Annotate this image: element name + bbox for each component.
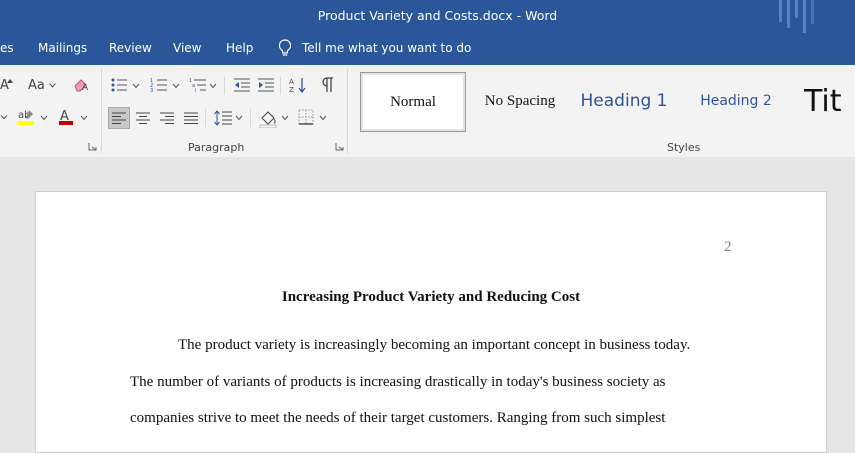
chevron-down-icon bbox=[132, 83, 140, 89]
line-spacing-icon[interactable] bbox=[213, 108, 233, 128]
clear-formatting-icon[interactable]: A bbox=[73, 77, 91, 93]
shading-icon[interactable] bbox=[258, 108, 278, 128]
pilcrow-icon[interactable] bbox=[320, 77, 334, 93]
group-separator bbox=[347, 69, 348, 153]
bullets-icon[interactable] bbox=[110, 77, 128, 93]
chevron-down-icon bbox=[281, 115, 289, 121]
paragraph-group-label: Paragraph bbox=[188, 141, 245, 154]
svg-text:A: A bbox=[82, 83, 89, 93]
tell-me-search[interactable]: Tell me what you want to do bbox=[278, 39, 471, 57]
separator bbox=[280, 77, 281, 95]
increase-indent-icon[interactable] bbox=[257, 77, 275, 93]
svg-text:Z: Z bbox=[289, 86, 294, 94]
styles-gallery: Normal No Spacing Heading 1 Heading 2 Ti… bbox=[358, 72, 855, 132]
svg-text:i: i bbox=[195, 88, 196, 93]
align-left-button[interactable] bbox=[108, 107, 130, 129]
numbering-icon[interactable]: 1 2 3 bbox=[150, 77, 168, 93]
borders-icon[interactable] bbox=[297, 108, 315, 126]
justify-icon[interactable] bbox=[182, 109, 200, 127]
style-no-spacing[interactable]: No Spacing bbox=[466, 72, 574, 130]
paragraph-dialog-launcher-icon[interactable] bbox=[335, 142, 344, 151]
style-heading-1[interactable]: Heading 1 bbox=[576, 72, 672, 130]
tab-review[interactable]: Review bbox=[109, 41, 152, 55]
align-left-icon bbox=[112, 112, 126, 124]
chevron-down-icon bbox=[49, 83, 56, 88]
font-dialog-launcher-icon[interactable] bbox=[88, 142, 97, 151]
chevron-down-icon bbox=[80, 115, 88, 121]
group-separator bbox=[101, 69, 102, 153]
ribbon-tabs: es Mailings Review View Help Tell me wha… bbox=[0, 33, 855, 65]
chevron-down-icon bbox=[40, 115, 48, 121]
style-heading-2[interactable]: Heading 2 bbox=[688, 72, 784, 130]
tell-me-label: Tell me what you want to do bbox=[302, 41, 472, 55]
chevron-down-icon bbox=[235, 115, 243, 121]
chevron-down-icon bbox=[319, 115, 327, 121]
window-title: Product Variety and Costs.docx - Word bbox=[317, 8, 558, 23]
svg-text:3: 3 bbox=[150, 88, 153, 93]
align-center-icon[interactable] bbox=[134, 109, 152, 127]
svg-text:A: A bbox=[289, 78, 294, 86]
style-title[interactable]: Tit bbox=[804, 72, 855, 130]
separator bbox=[224, 77, 225, 95]
chevron-down-icon bbox=[0, 115, 8, 120]
arrow-up-icon bbox=[7, 79, 13, 83]
align-right-icon[interactable] bbox=[158, 109, 176, 127]
tab-view[interactable]: View bbox=[173, 41, 201, 55]
body-line: The product variety is increasingly beco… bbox=[178, 337, 691, 353]
document-canvas: 2 Increasing Product Variety and Reducin… bbox=[0, 157, 855, 453]
tab-help[interactable]: Help bbox=[226, 41, 253, 55]
change-case-button[interactable]: Aa bbox=[28, 78, 45, 93]
highlight-color-icon[interactable]: ab bbox=[16, 108, 38, 126]
tab-mailings[interactable]: Mailings bbox=[38, 41, 87, 55]
ribbon: A Aa A ab A 1 2 3 1 a i A Z Paragraph No… bbox=[0, 65, 855, 158]
sort-icon[interactable]: A Z bbox=[289, 76, 307, 94]
page-number: 2 bbox=[724, 239, 732, 255]
chevron-down-icon bbox=[172, 83, 180, 89]
separator bbox=[250, 109, 251, 127]
tab-references[interactable]: es bbox=[0, 41, 14, 55]
body-line: The number of variants of products is in… bbox=[130, 374, 666, 390]
font-color-icon[interactable]: A bbox=[57, 108, 75, 126]
lightbulb-icon bbox=[278, 39, 292, 56]
document-title: Increasing Product Variety and Reducing … bbox=[281, 289, 581, 305]
title-bar-decoration bbox=[779, 0, 814, 33]
separator bbox=[205, 109, 206, 127]
decrease-indent-icon[interactable] bbox=[233, 77, 251, 93]
title-bar: Product Variety and Costs.docx - Word bbox=[0, 0, 855, 33]
document-page[interactable]: 2 Increasing Product Variety and Reducin… bbox=[35, 191, 827, 453]
chevron-down-icon bbox=[209, 83, 217, 89]
multilevel-list-icon[interactable]: 1 a i bbox=[189, 77, 207, 93]
body-line: companies strive to meet the needs of th… bbox=[130, 410, 666, 426]
style-normal[interactable]: Normal bbox=[360, 72, 466, 132]
styles-group-label: Styles bbox=[667, 141, 701, 154]
